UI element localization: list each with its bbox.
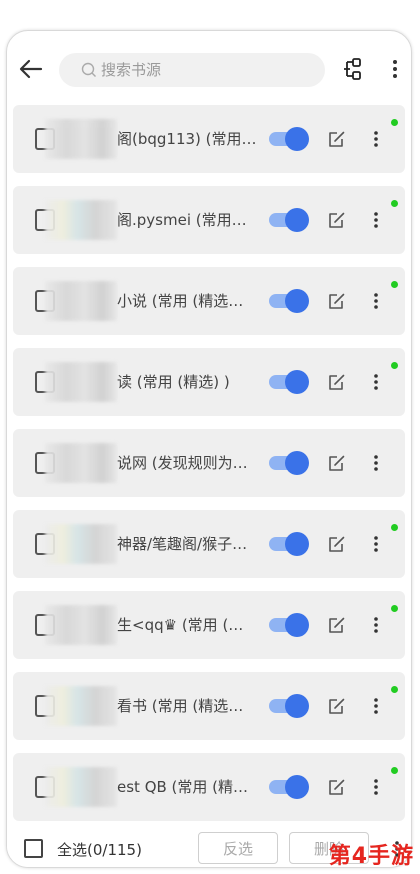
blurred-source-name (45, 200, 117, 240)
edit-icon[interactable] (327, 534, 347, 554)
status-dot (391, 362, 398, 369)
toggle-knob (285, 289, 309, 313)
phone-frame: 阁(bqg113) (常用… 阁.pysmei (常用… (6, 30, 412, 868)
row-more-icon[interactable] (372, 129, 380, 149)
status-dot (391, 524, 398, 531)
source-row[interactable]: 阁(bqg113) (常用… (13, 105, 405, 173)
enable-toggle[interactable] (269, 613, 309, 637)
enable-toggle[interactable] (269, 451, 309, 475)
source-row[interactable]: est QB (常用 (精… (13, 753, 405, 821)
enable-toggle[interactable] (269, 775, 309, 799)
search-icon (81, 62, 96, 77)
toggle-knob (285, 613, 309, 637)
source-row[interactable]: 看书 (常用 (精选… (13, 672, 405, 740)
toggle-knob (285, 208, 309, 232)
edit-icon[interactable] (327, 453, 347, 473)
status-dot (391, 767, 398, 774)
row-more-icon[interactable] (372, 777, 380, 797)
row-more-icon[interactable] (372, 372, 380, 392)
row-more-icon[interactable] (372, 291, 380, 311)
row-more-icon[interactable] (372, 534, 380, 554)
row-more-icon[interactable] (372, 210, 380, 230)
source-row[interactable]: 生<qq♛ (常用 (… (13, 591, 405, 659)
status-dot (391, 281, 398, 288)
row-more-icon[interactable] (372, 453, 380, 473)
enable-toggle[interactable] (269, 208, 309, 232)
enable-toggle[interactable] (269, 127, 309, 151)
source-list: 阁(bqg113) (常用… 阁.pysmei (常用… 小说 (常用 (精选…… (13, 105, 405, 834)
status-dot (391, 200, 398, 207)
toggle-knob (285, 451, 309, 475)
edit-icon[interactable] (327, 777, 347, 797)
source-name: 生<qq♛ (常用 (… (117, 616, 244, 634)
source-name: 说网 (发现规则为… (117, 454, 248, 472)
source-row[interactable]: 说网 (发现规则为… (13, 429, 405, 497)
more-vert-icon[interactable] (390, 57, 400, 81)
edit-icon[interactable] (327, 129, 347, 149)
source-name: 看书 (常用 (精选… (117, 697, 244, 715)
edit-icon[interactable] (327, 372, 347, 392)
source-name: 读 (常用 (精选) ) (117, 373, 230, 391)
edit-icon[interactable] (327, 696, 347, 716)
source-row[interactable]: 小说 (常用 (精选… (13, 267, 405, 335)
top-bar (7, 31, 411, 105)
group-icon[interactable] (341, 57, 365, 81)
row-more-icon[interactable] (372, 615, 380, 635)
blurred-source-name (45, 686, 117, 726)
source-row[interactable]: 阁.pysmei (常用… (13, 186, 405, 254)
edit-icon[interactable] (327, 291, 347, 311)
row-more-icon[interactable] (372, 696, 380, 716)
source-name: est QB (常用 (精… (117, 778, 249, 796)
toggle-knob (285, 694, 309, 718)
source-row[interactable]: 读 (常用 (精选) ) (13, 348, 405, 416)
back-arrow-icon[interactable] (17, 55, 45, 83)
edit-icon[interactable] (327, 210, 347, 230)
status-dot (391, 605, 398, 612)
search-bar[interactable] (59, 53, 325, 87)
status-dot (391, 119, 398, 126)
blurred-source-name (45, 443, 117, 483)
source-name: 阁.pysmei (常用… (117, 211, 247, 229)
toggle-knob (285, 127, 309, 151)
toggle-knob (285, 532, 309, 556)
blurred-source-name (45, 605, 117, 645)
status-dot (391, 686, 398, 693)
source-name: 阁(bqg113) (常用… (117, 130, 257, 148)
watermark-logo: 第4手游 (328, 844, 414, 869)
blurred-source-name (45, 767, 117, 807)
invert-selection-button[interactable]: 反选 (198, 832, 278, 864)
edit-icon[interactable] (327, 615, 347, 635)
blurred-source-name (45, 362, 117, 402)
blurred-source-name (45, 524, 117, 564)
blurred-source-name (45, 281, 117, 321)
search-input[interactable] (101, 61, 301, 79)
select-all-label[interactable]: 全选(0/115) (57, 839, 142, 860)
select-all-checkbox[interactable] (24, 839, 43, 858)
source-name: 小说 (常用 (精选… (117, 292, 244, 310)
enable-toggle[interactable] (269, 532, 309, 556)
toggle-knob (285, 775, 309, 799)
toggle-knob (285, 370, 309, 394)
source-name: 神器/笔趣阁/猴子… (117, 535, 248, 553)
enable-toggle[interactable] (269, 694, 309, 718)
enable-toggle[interactable] (269, 370, 309, 394)
source-row[interactable]: 神器/笔趣阁/猴子… (13, 510, 405, 578)
enable-toggle[interactable] (269, 289, 309, 313)
blurred-source-name (45, 119, 117, 159)
